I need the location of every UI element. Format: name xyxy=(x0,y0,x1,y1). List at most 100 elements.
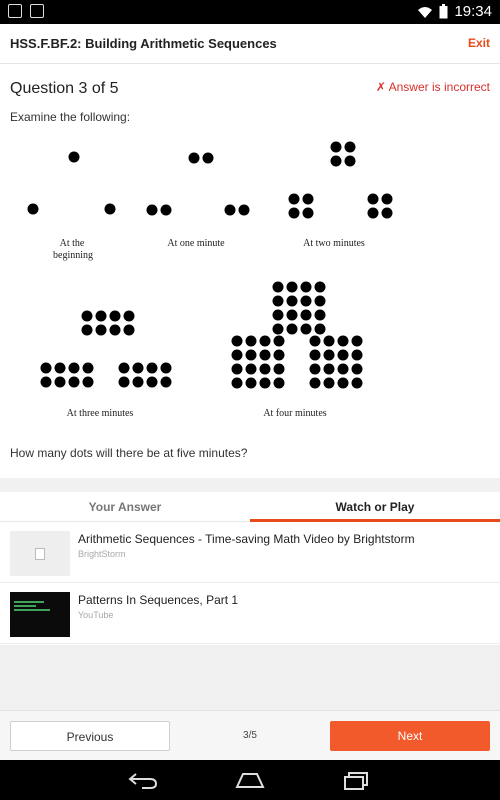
dot xyxy=(330,155,342,167)
dot xyxy=(288,207,300,219)
dot xyxy=(245,377,257,389)
dot xyxy=(314,281,326,293)
dot xyxy=(309,377,321,389)
resource-item[interactable]: Arithmetic Sequences - Time-saving Math … xyxy=(0,523,500,583)
dot xyxy=(286,295,298,307)
dot xyxy=(118,376,130,388)
dot xyxy=(337,377,349,389)
dot xyxy=(27,203,39,215)
footer-bar: Previous 3/5 Next xyxy=(0,710,500,760)
dot xyxy=(344,155,356,167)
dot xyxy=(330,141,342,153)
dot xyxy=(245,335,257,347)
dot xyxy=(286,323,298,335)
dot xyxy=(337,335,349,347)
dot xyxy=(314,309,326,321)
dot xyxy=(272,309,284,321)
resource-title: Arithmetic Sequences - Time-saving Math … xyxy=(78,532,415,546)
dot xyxy=(323,377,335,389)
dot xyxy=(300,309,312,321)
caption-beginning-line2: beginning xyxy=(53,250,93,261)
dot xyxy=(238,204,250,216)
dot xyxy=(351,377,363,389)
app-bar: HSS.F.BF.2: Building Arithmetic Sequence… xyxy=(0,24,500,64)
caption-three-minutes: At three minutes xyxy=(67,408,134,419)
back-icon[interactable] xyxy=(128,770,158,790)
exit-button[interactable]: Exit xyxy=(468,36,490,50)
dot xyxy=(202,152,214,164)
system-icons: 19:34 xyxy=(417,3,492,20)
dot xyxy=(40,376,52,388)
notification-icons xyxy=(8,4,44,18)
question-counter: Question 3 of 5 xyxy=(10,80,119,97)
dot xyxy=(323,349,335,361)
dot xyxy=(351,335,363,347)
dot xyxy=(272,323,284,335)
dot xyxy=(231,377,243,389)
dot xyxy=(300,281,312,293)
battery-icon xyxy=(439,4,448,19)
dot xyxy=(146,362,158,374)
previous-button[interactable]: Previous xyxy=(10,721,170,751)
tab-your-answer[interactable]: Your Answer xyxy=(0,492,250,522)
dot xyxy=(146,204,158,216)
dot xyxy=(309,335,321,347)
caption-one-minute: At one minute xyxy=(167,238,225,249)
dot xyxy=(286,281,298,293)
dot xyxy=(314,323,326,335)
dot xyxy=(273,377,285,389)
page-indicator: 3/5 xyxy=(243,730,257,741)
dot xyxy=(231,363,243,375)
dot xyxy=(259,335,271,347)
wifi-icon xyxy=(418,6,433,18)
dot xyxy=(160,204,172,216)
resource-source: YouTube xyxy=(78,610,114,620)
dot xyxy=(381,207,393,219)
resource-source: BrightStorm xyxy=(78,549,126,559)
dot xyxy=(132,376,144,388)
answer-tabs: Your Answer Watch or Play xyxy=(0,492,500,522)
dot-pattern-figure: At the beginning At one minute At two mi… xyxy=(27,141,393,419)
dot xyxy=(95,324,107,336)
caption-four-minutes: At four minutes xyxy=(263,408,326,419)
dot xyxy=(323,335,335,347)
dot xyxy=(160,376,172,388)
video-thumbnail xyxy=(10,592,70,637)
dot xyxy=(245,349,257,361)
resource-item[interactable]: Patterns In Sequences, Part 1 YouTube xyxy=(0,584,500,644)
clock: 19:34 xyxy=(454,3,492,20)
dot xyxy=(337,363,349,375)
dot xyxy=(272,295,284,307)
dot xyxy=(231,349,243,361)
dot xyxy=(367,193,379,205)
section-divider xyxy=(0,478,500,492)
dot xyxy=(309,363,321,375)
dot xyxy=(314,295,326,307)
dot xyxy=(104,203,116,215)
dot xyxy=(245,363,257,375)
recent-apps-icon[interactable] xyxy=(342,770,370,790)
question-prompt: Examine the following: xyxy=(10,110,131,124)
home-icon[interactable] xyxy=(234,770,266,790)
dot xyxy=(68,376,80,388)
dot xyxy=(231,335,243,347)
video-thumbnail xyxy=(10,531,70,576)
next-button[interactable]: Next xyxy=(330,721,490,751)
dot xyxy=(68,362,80,374)
dot xyxy=(367,207,379,219)
dot xyxy=(286,309,298,321)
lesson-title: HSS.F.BF.2: Building Arithmetic Sequence… xyxy=(10,36,277,51)
dot xyxy=(82,362,94,374)
question-text: How many dots will there be at five minu… xyxy=(10,446,248,460)
dot xyxy=(309,349,321,361)
dot xyxy=(95,310,107,322)
caption-beginning-line1: At the xyxy=(60,238,85,249)
system-nav-bar xyxy=(0,760,500,800)
dot xyxy=(302,193,314,205)
dot xyxy=(302,207,314,219)
dot xyxy=(273,349,285,361)
download-notification-icon xyxy=(30,4,44,18)
tab-watch-or-play[interactable]: Watch or Play xyxy=(250,492,500,522)
dot xyxy=(344,141,356,153)
dot xyxy=(273,363,285,375)
